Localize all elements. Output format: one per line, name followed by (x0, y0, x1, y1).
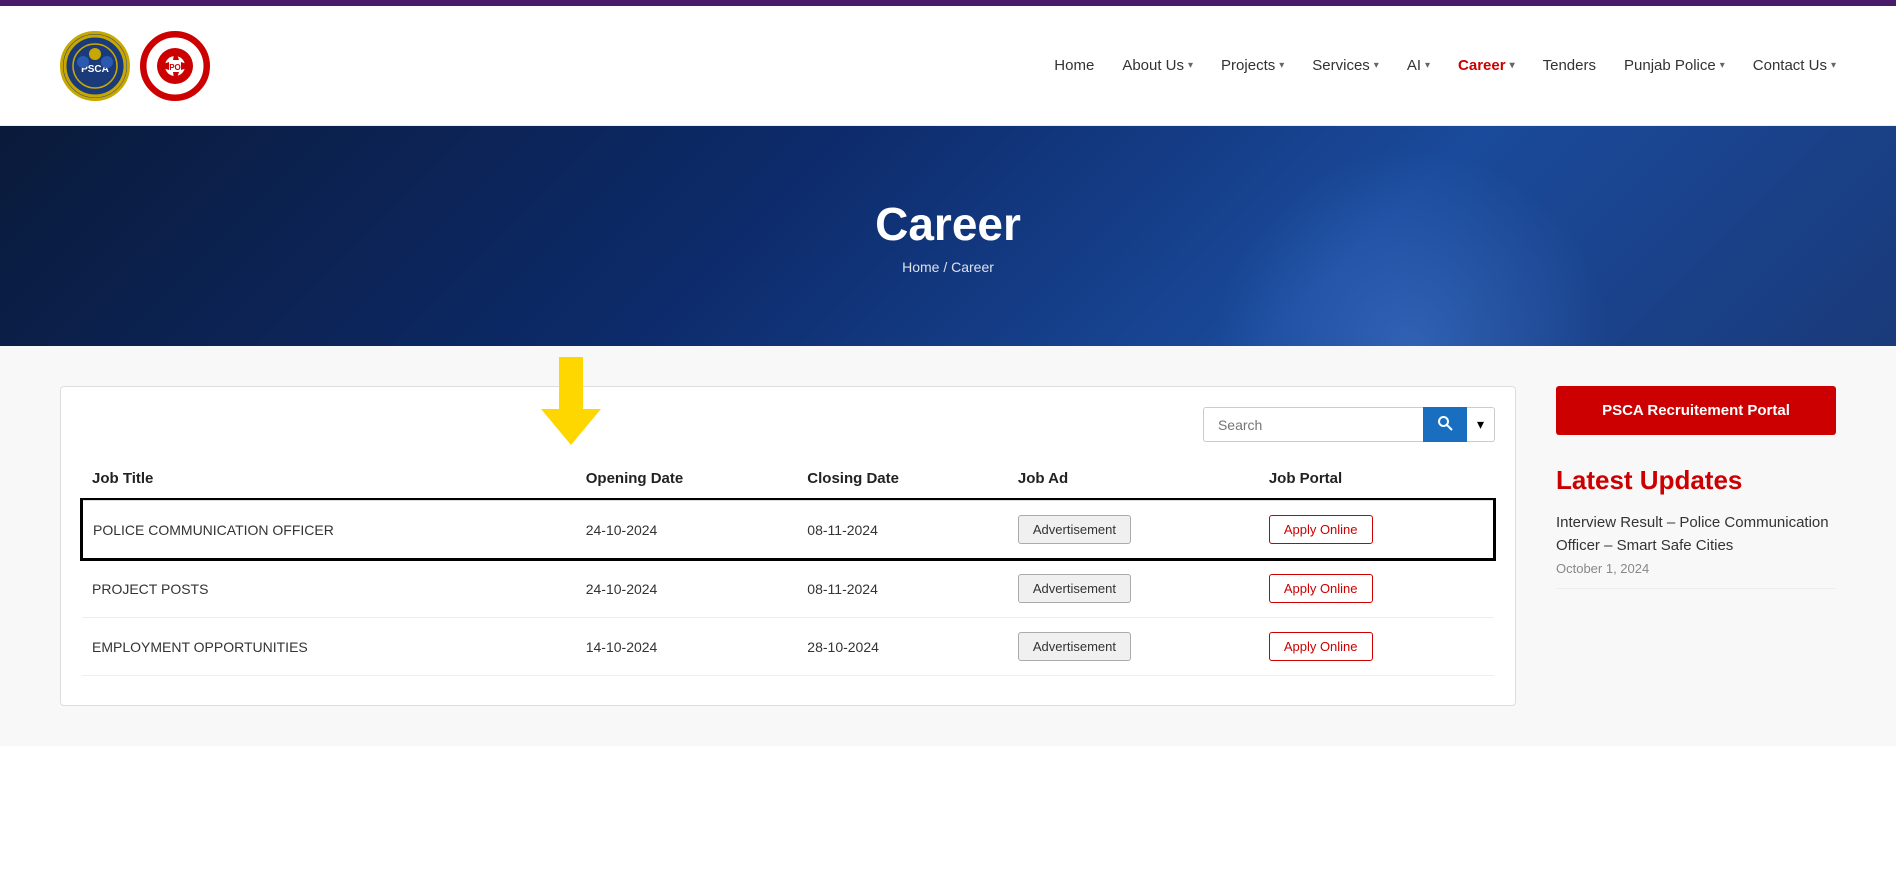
closing-date-cell: 28-10-2024 (797, 618, 1008, 676)
job-title-cell: EMPLOYMENT OPPORTUNITIES (82, 618, 576, 676)
opening-date-cell: 24-10-2024 (576, 559, 798, 618)
job-ad-cell: Advertisement (1008, 559, 1259, 618)
career-table: Job Title Opening Date Closing Date Job … (81, 458, 1495, 676)
col-closing-date: Closing Date (797, 458, 1008, 500)
table-row: POLICE COMMUNICATION OFFICER24-10-202408… (82, 500, 1494, 559)
update-date: October 1, 2024 (1556, 561, 1836, 576)
table-row: PROJECT POSTS24-10-202408-11-2024 Adverti… (82, 559, 1494, 618)
opening-date-cell: 24-10-2024 (576, 500, 798, 559)
apply-online-button[interactable]: Apply Online (1269, 515, 1373, 544)
latest-updates-section: Latest Updates Interview Result – Police… (1556, 465, 1836, 589)
col-job-portal: Job Portal (1259, 458, 1494, 500)
svg-text:PO: PO (169, 63, 181, 72)
advertisement-button[interactable]: Advertisement (1018, 574, 1131, 603)
closing-date-cell: 08-11-2024 (797, 500, 1008, 559)
down-arrow-icon (541, 357, 601, 447)
latest-updates-title: Latest Updates (1556, 465, 1836, 496)
update-title[interactable]: Interview Result – Police Communication … (1556, 512, 1836, 557)
logo-left: PSCA (60, 31, 130, 101)
job-ad-cell: Advertisement (1008, 618, 1259, 676)
col-job-title: Job Title (82, 458, 576, 500)
job-title-cell: POLICE COMMUNICATION OFFICER (82, 500, 576, 559)
search-dropdown-button[interactable]: ▾ (1467, 407, 1495, 442)
nav-tenders[interactable]: Tenders (1543, 57, 1596, 74)
job-portal-cell: Apply Online (1259, 500, 1494, 559)
psca-recruitment-portal-button[interactable]: PSCA Recruitement Portal (1556, 386, 1836, 435)
main-content: ▾ Job Title Opening Date Closing Date Jo… (0, 346, 1896, 746)
sidebar: PSCA Recruitement Portal Latest Updates … (1556, 386, 1836, 706)
advertisement-button[interactable]: Advertisement (1018, 632, 1131, 661)
table-section: ▾ Job Title Opening Date Closing Date Jo… (60, 386, 1516, 706)
apply-online-button[interactable]: Apply Online (1269, 574, 1373, 603)
hero-title: Career (875, 197, 1021, 251)
nav-career[interactable]: Career ▾ (1458, 57, 1515, 74)
nav: Home About Us ▾ Projects ▾ Services ▾ AI… (1054, 57, 1836, 74)
table-toolbar: ▾ (81, 407, 1495, 442)
job-portal-cell: Apply Online (1259, 559, 1494, 618)
closing-date-cell: 08-11-2024 (797, 559, 1008, 618)
nav-punjab-police[interactable]: Punjab Police ▾ (1624, 57, 1725, 74)
update-item: Interview Result – Police Communication … (1556, 512, 1836, 589)
search-button[interactable] (1423, 407, 1467, 442)
nav-ai[interactable]: AI ▾ (1407, 57, 1430, 74)
nav-services[interactable]: Services ▾ (1312, 57, 1379, 74)
opening-date-cell: 14-10-2024 (576, 618, 798, 676)
search-input[interactable] (1203, 407, 1423, 442)
job-ad-cell: Advertisement (1008, 500, 1259, 559)
nav-about[interactable]: About Us ▾ (1122, 57, 1193, 74)
logo-right: PO (140, 31, 210, 101)
advertisement-button[interactable]: Advertisement (1018, 515, 1131, 544)
header: PSCA PO Home About Us ▾ Projects ▾ Servi… (0, 6, 1896, 126)
hero-breadcrumb: Home / Career (902, 259, 994, 275)
apply-online-button[interactable]: Apply Online (1269, 632, 1373, 661)
nav-contact[interactable]: Contact Us ▾ (1753, 57, 1836, 74)
hero-banner: Career Home / Career (0, 126, 1896, 346)
job-title-cell: PROJECT POSTS (82, 559, 576, 618)
table-row: EMPLOYMENT OPPORTUNITIES14-10-202428-10-… (82, 618, 1494, 676)
col-opening-date: Opening Date (576, 458, 798, 500)
arrow-indicator (541, 357, 601, 452)
search-icon (1437, 415, 1453, 431)
job-portal-cell: Apply Online (1259, 618, 1494, 676)
nav-home[interactable]: Home (1054, 57, 1094, 74)
logo-area: PSCA PO (60, 31, 210, 101)
nav-projects[interactable]: Projects ▾ (1221, 57, 1284, 74)
col-job-ad: Job Ad (1008, 458, 1259, 500)
